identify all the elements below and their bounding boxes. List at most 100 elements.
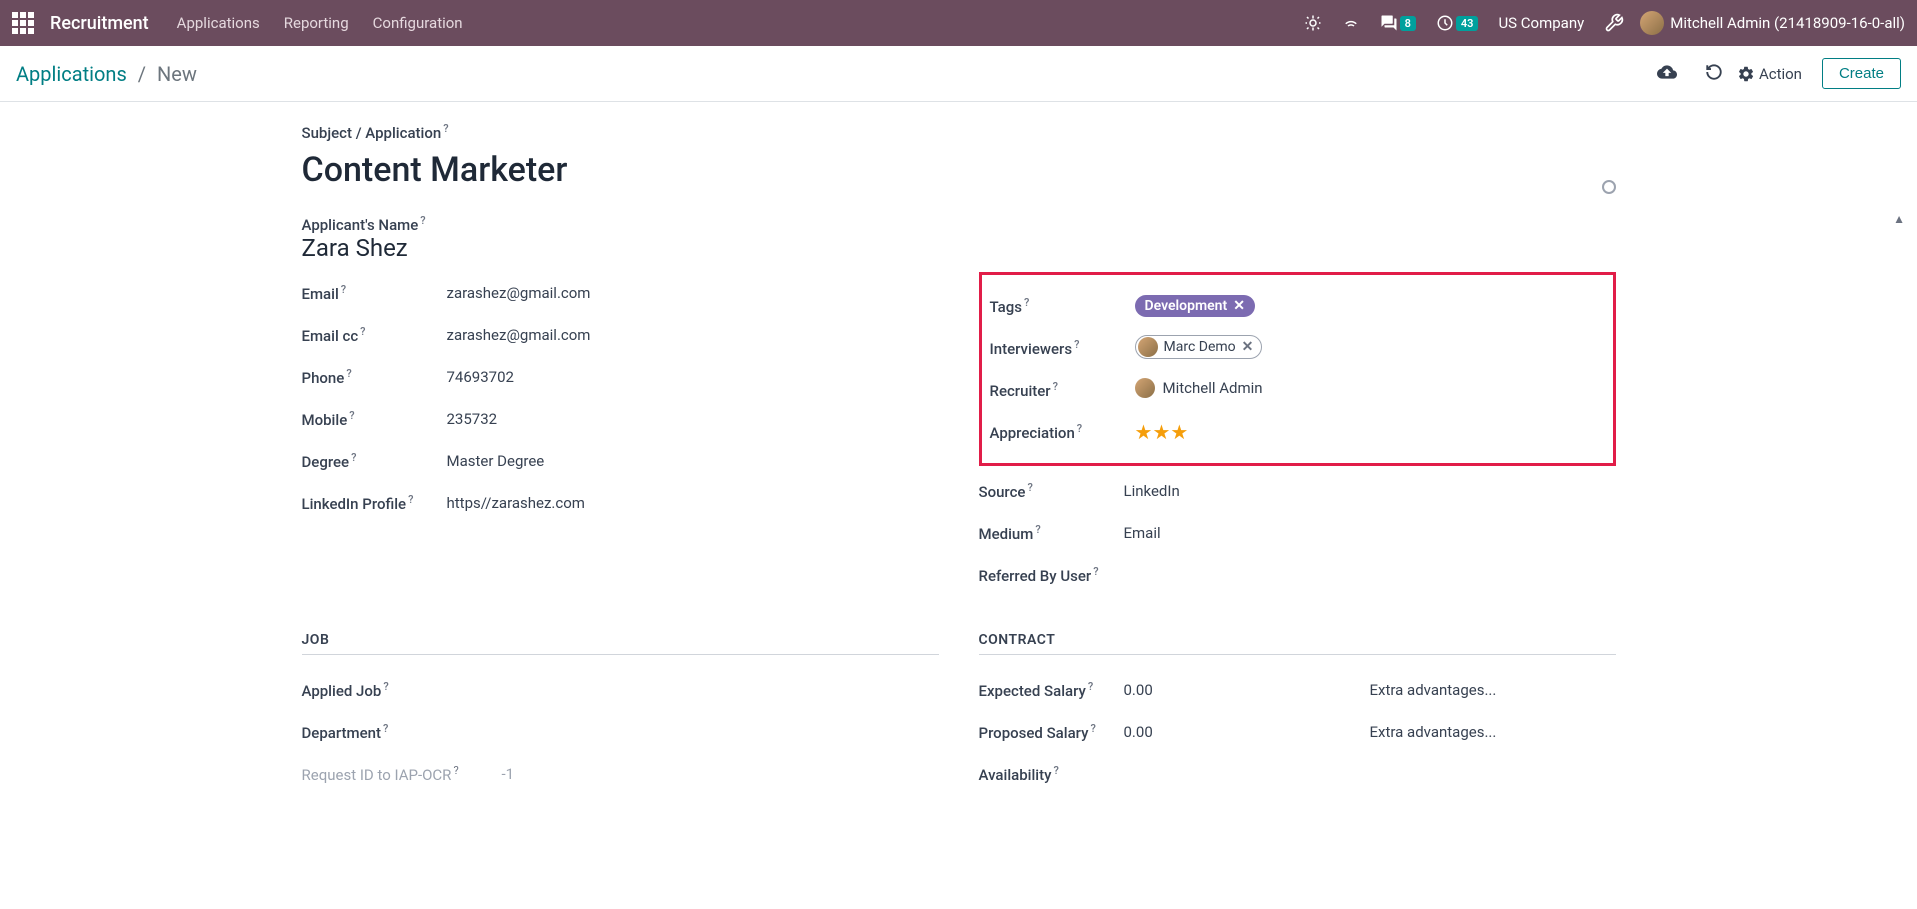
- user-avatar[interactable]: [1640, 11, 1664, 35]
- app-title[interactable]: Recruitment: [50, 13, 149, 34]
- help-icon[interactable]: ?: [1053, 380, 1058, 393]
- help-icon[interactable]: ?: [1035, 523, 1040, 536]
- star-icon[interactable]: ★: [1170, 420, 1188, 444]
- name-value[interactable]: Zara Shez: [302, 234, 1616, 262]
- remove-tag-icon[interactable]: ✕: [1233, 298, 1245, 314]
- breadcrumb-current: New: [157, 62, 197, 86]
- form-content: Subject / Application? Content Marketer …: [0, 102, 1917, 835]
- nav-configuration[interactable]: Configuration: [373, 14, 463, 32]
- degree-label: Degree?: [302, 451, 447, 471]
- help-icon[interactable]: ?: [1077, 422, 1082, 435]
- availability-label: Availability?: [979, 764, 1124, 784]
- remove-user-icon[interactable]: ✕: [1242, 339, 1254, 355]
- tags-label: Tags?: [990, 296, 1135, 316]
- star-icon[interactable]: ★: [1152, 420, 1170, 444]
- tags-value[interactable]: Development✕: [1135, 295, 1605, 317]
- interviewers-label: Interviewers?: [990, 338, 1135, 358]
- cloud-upload-icon[interactable]: [1657, 62, 1677, 86]
- degree-value[interactable]: Master Degree: [447, 452, 939, 470]
- subject-label: Subject / Application?: [302, 122, 1616, 142]
- activities-icon[interactable]: 43: [1436, 14, 1479, 32]
- email-cc-value[interactable]: zarashez@gmail.com: [447, 326, 939, 344]
- help-icon[interactable]: ?: [1090, 722, 1095, 735]
- medium-label: Medium?: [979, 523, 1124, 543]
- scroll-up-icon[interactable]: ▲: [1893, 212, 1905, 226]
- tools-icon[interactable]: [1604, 13, 1624, 33]
- help-icon[interactable]: ?: [360, 325, 365, 338]
- user-pill[interactable]: Marc Demo✕: [1135, 335, 1263, 359]
- control-panel: Applications / New Action Create: [0, 46, 1917, 102]
- request-id-label: Request ID to IAP-OCR?: [302, 764, 502, 784]
- help-icon[interactable]: ?: [346, 367, 351, 380]
- department-label: Department?: [302, 722, 447, 742]
- expected-salary-extra[interactable]: Extra advantages...: [1370, 681, 1616, 699]
- applied-job-label: Applied Job?: [302, 680, 447, 700]
- discard-icon[interactable]: [1705, 63, 1723, 85]
- phone-value[interactable]: 74693702: [447, 368, 939, 386]
- email-value[interactable]: zarashez@gmail.com: [447, 284, 939, 302]
- breadcrumb-root[interactable]: Applications: [16, 62, 127, 86]
- wifi-icon[interactable]: [1342, 14, 1360, 32]
- help-icon[interactable]: ?: [383, 722, 388, 735]
- medium-value[interactable]: Email: [1124, 524, 1616, 542]
- help-icon[interactable]: ?: [383, 680, 388, 693]
- help-icon[interactable]: ?: [1024, 296, 1029, 309]
- appreciation-stars[interactable]: ★★★: [1135, 420, 1605, 444]
- help-icon[interactable]: ?: [420, 214, 425, 227]
- help-icon[interactable]: ?: [341, 283, 346, 296]
- help-icon[interactable]: ?: [349, 409, 354, 422]
- action-menu[interactable]: Action: [1737, 65, 1802, 83]
- nav-applications[interactable]: Applications: [177, 14, 260, 32]
- email-label: Email?: [302, 283, 447, 303]
- proposed-salary-label: Proposed Salary?: [979, 722, 1124, 742]
- email-cc-label: Email cc?: [302, 325, 447, 345]
- left-column: Email?zarashez@gmail.com Email cc?zarash…: [302, 272, 939, 596]
- recruiter-value[interactable]: Mitchell Admin: [1135, 378, 1605, 402]
- mobile-value[interactable]: 235732: [447, 410, 939, 428]
- phone-label: Phone?: [302, 367, 447, 387]
- expected-salary-label: Expected Salary?: [979, 680, 1124, 700]
- help-icon[interactable]: ?: [453, 764, 458, 777]
- expected-salary-value[interactable]: 0.00: [1124, 681, 1370, 699]
- source-label: Source?: [979, 481, 1124, 501]
- help-icon[interactable]: ?: [1053, 764, 1058, 777]
- topbar: Recruitment Applications Reporting Confi…: [0, 0, 1917, 46]
- bug-icon[interactable]: [1304, 14, 1322, 32]
- messages-icon[interactable]: 8: [1380, 14, 1416, 32]
- create-button[interactable]: Create: [1822, 58, 1901, 89]
- user-name[interactable]: Mitchell Admin (21418909-16-0-all): [1670, 14, 1905, 32]
- request-id-value[interactable]: -1: [502, 765, 939, 783]
- breadcrumb: Applications / New: [16, 62, 197, 86]
- recruiter-label: Recruiter?: [990, 380, 1135, 400]
- avatar-icon: [1138, 337, 1158, 357]
- highlight-box: Tags?Development✕ Interviewers?Marc Demo…: [979, 272, 1616, 466]
- linkedin-value[interactable]: https//zarashez.com: [447, 494, 939, 512]
- messages-badge: 8: [1400, 16, 1416, 31]
- appreciation-label: Appreciation?: [990, 422, 1135, 442]
- subject-value[interactable]: Content Marketer: [302, 150, 1616, 190]
- tag-pill[interactable]: Development✕: [1135, 295, 1255, 317]
- name-label: Applicant's Name?: [302, 214, 1616, 234]
- kanban-state-icon[interactable]: [1602, 180, 1616, 194]
- help-icon[interactable]: ?: [1074, 338, 1079, 351]
- company-selector[interactable]: US Company: [1498, 14, 1584, 32]
- source-value[interactable]: LinkedIn: [1124, 482, 1616, 500]
- referred-label: Referred By User?: [979, 565, 1124, 585]
- job-section-header: JOB: [302, 632, 939, 655]
- help-icon[interactable]: ?: [1088, 680, 1093, 693]
- proposed-salary-value[interactable]: 0.00: [1124, 723, 1370, 741]
- right-column: Tags?Development✕ Interviewers?Marc Demo…: [979, 272, 1616, 596]
- help-icon[interactable]: ?: [408, 493, 413, 506]
- apps-menu-icon[interactable]: [12, 12, 34, 34]
- nav-reporting[interactable]: Reporting: [284, 14, 349, 32]
- help-icon[interactable]: ?: [351, 451, 356, 464]
- proposed-salary-extra[interactable]: Extra advantages...: [1370, 723, 1616, 741]
- help-icon[interactable]: ?: [443, 122, 448, 135]
- linkedin-label: LinkedIn Profile?: [302, 493, 447, 513]
- avatar-icon: [1135, 378, 1155, 398]
- help-icon[interactable]: ?: [1093, 565, 1098, 578]
- star-icon[interactable]: ★: [1135, 420, 1153, 444]
- interviewers-value[interactable]: Marc Demo✕: [1135, 335, 1605, 361]
- help-icon[interactable]: ?: [1027, 481, 1032, 494]
- contract-section-header: CONTRACT: [979, 632, 1616, 655]
